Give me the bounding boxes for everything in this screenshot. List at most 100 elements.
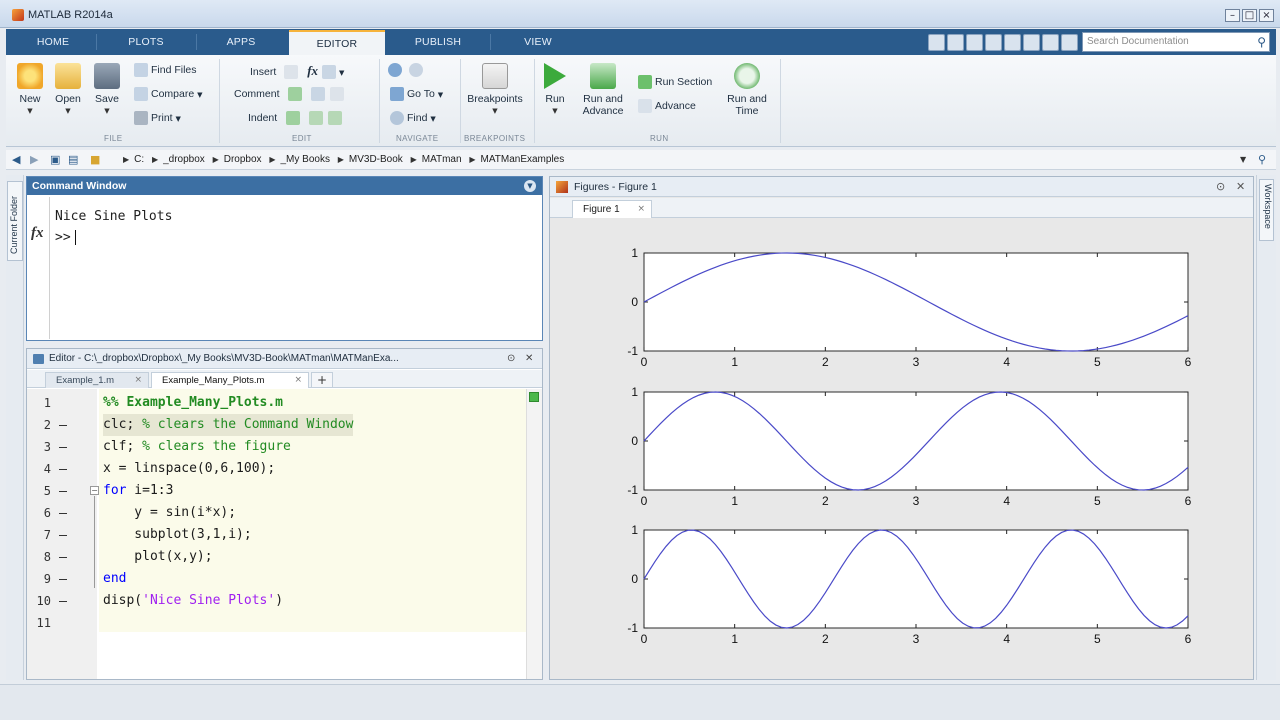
uncomment-icon[interactable]	[311, 87, 326, 101]
breadcrumb-item[interactable]: _dropbox	[163, 154, 205, 165]
search-folder-icon[interactable]: ⚲	[1258, 153, 1266, 166]
close-icon[interactable]: ✕	[1236, 180, 1245, 194]
editor-scrollbar[interactable]	[526, 389, 542, 679]
breadcrumb-item[interactable]: Dropbox	[224, 154, 262, 165]
browse-folder-icon[interactable]: ▤	[68, 153, 78, 166]
breakpoint-marker[interactable]	[59, 513, 67, 514]
breakpoint-marker[interactable]	[59, 491, 67, 492]
comment-button[interactable]: Comment	[234, 87, 347, 101]
code-analyzer-ok-icon[interactable]	[529, 392, 539, 402]
breakpoint-marker[interactable]	[59, 579, 67, 580]
quick-help-icon[interactable]	[1061, 33, 1078, 51]
chevron-down-icon[interactable]: ▼	[176, 115, 181, 123]
chevron-down-icon[interactable]: ▼	[430, 115, 435, 123]
breakpoint-marker[interactable]	[59, 557, 67, 558]
breakpoint-marker[interactable]	[59, 535, 67, 536]
panel-menu-icon[interactable]: ⊙	[1216, 180, 1225, 194]
command-window[interactable]: Command Window ▼ fx Nice Sine Plots >>	[26, 176, 543, 341]
back-icon[interactable]: ◀	[12, 153, 20, 166]
tab-editor[interactable]: EDITOR	[289, 30, 385, 55]
chevron-down-icon[interactable]: ▼	[538, 107, 572, 115]
chevron-down-icon[interactable]: ▼	[89, 107, 125, 115]
breakpoints-button[interactable]: Breakpoints ▼	[464, 63, 526, 115]
quick-undo-icon[interactable]	[1004, 33, 1021, 51]
insert-function-icon[interactable]: fx	[307, 63, 318, 78]
figure-tab[interactable]: Figure 1 ×	[572, 200, 652, 218]
code-line[interactable]: clf; % clears the figure	[103, 436, 291, 458]
quick-redo-icon[interactable]	[1023, 33, 1040, 51]
run-section-button[interactable]: Run Section	[638, 75, 712, 89]
breakpoint-marker[interactable]	[59, 601, 67, 602]
quick-copy-icon[interactable]	[966, 33, 983, 51]
forward-arrow-icon[interactable]	[409, 63, 423, 77]
run-and-advance-button[interactable]: Run and Advance	[578, 63, 628, 117]
close-tab-icon[interactable]: ×	[294, 373, 302, 388]
quick-cut-icon[interactable]	[947, 33, 964, 51]
increase-indent-icon[interactable]	[309, 111, 324, 125]
up-folder-icon[interactable]: ▣	[50, 153, 60, 166]
code-line[interactable]: subplot(3,1,i);	[103, 524, 251, 546]
save-button[interactable]: Save ▼	[89, 63, 125, 115]
navigate-arrows[interactable]	[388, 63, 426, 77]
close-tab-icon[interactable]: ×	[637, 201, 645, 218]
code-editor[interactable]: %% Example_Many_Plots.m clc; % clears the…	[99, 389, 527, 632]
code-line[interactable]: end	[103, 568, 126, 590]
code-line[interactable]: y = sin(i*x);	[103, 502, 236, 524]
insert-button[interactable]: Insert fx ▼	[250, 63, 344, 80]
panel-menu-icon[interactable]: ▼	[524, 180, 536, 192]
code-line[interactable]: plot(x,y);	[103, 546, 212, 568]
chevron-down-icon[interactable]: ▼	[197, 91, 202, 99]
indent-button[interactable]: Indent	[248, 111, 345, 125]
breadcrumb-item[interactable]: _My Books	[280, 154, 329, 165]
chevron-down-icon[interactable]: ▼	[438, 91, 443, 99]
find-files-button[interactable]: Find Files	[134, 63, 197, 77]
chevron-down-icon[interactable]: ▼	[339, 69, 344, 77]
figure-canvas[interactable]: 0 1 2 3 4 5 6-1010 1 2 3 4 5 6-1010 1 2 3 4 5 6-101	[550, 219, 1253, 679]
breadcrumb-item[interactable]: MATManExamples	[481, 154, 565, 165]
breadcrumb-item[interactable]: MATman	[422, 154, 462, 165]
run-and-time-button[interactable]: Run and Time	[722, 63, 772, 117]
run-button[interactable]: Run ▼	[538, 63, 572, 115]
breakpoint-marker[interactable]	[59, 469, 67, 470]
close-window-button[interactable]: ×	[1259, 9, 1274, 22]
fold-toggle-icon[interactable]: −	[90, 486, 99, 495]
quick-switch-window-icon[interactable]	[1042, 33, 1059, 51]
compare-button[interactable]: Compare ▼	[134, 87, 203, 101]
chevron-down-icon[interactable]: ▼	[12, 107, 48, 115]
new-button[interactable]: New ▼	[12, 63, 48, 115]
tab-view[interactable]: VIEW	[496, 29, 580, 55]
code-line[interactable]: for i=1:3	[103, 480, 173, 502]
chevron-down-icon[interactable]: ▼	[464, 107, 526, 115]
insert-section-icon[interactable]	[322, 65, 337, 80]
open-button[interactable]: Open ▼	[50, 63, 86, 115]
code-line[interactable]: %% Example_Many_Plots.m	[103, 392, 283, 414]
search-icon[interactable]: ⚲	[1257, 35, 1266, 49]
quick-save-icon[interactable]	[928, 33, 945, 51]
wrap-comments-icon[interactable]	[330, 87, 345, 101]
breakpoint-marker[interactable]	[59, 447, 67, 448]
breadcrumb-item[interactable]: C:	[134, 154, 144, 165]
close-icon[interactable]: ✕	[525, 353, 533, 365]
go-to-button[interactable]: Go To ▼	[390, 87, 443, 101]
command-output[interactable]: Nice Sine Plots >>	[55, 206, 172, 248]
code-line[interactable]: clc; % clears the Command Window	[103, 414, 354, 436]
tab-publish[interactable]: PUBLISH	[394, 29, 482, 55]
add-tab-button[interactable]: +	[311, 372, 333, 388]
code-line[interactable]: disp('Nice Sine Plots')	[103, 590, 283, 612]
tab-apps[interactable]: APPS	[202, 29, 280, 55]
find-button[interactable]: Find ▼	[390, 111, 436, 125]
chevron-down-icon[interactable]: ▼	[50, 107, 86, 115]
tab-plots[interactable]: PLOTS	[106, 29, 186, 55]
maximize-button[interactable]: □	[1242, 9, 1257, 22]
panel-menu-icon[interactable]: ⊙	[507, 353, 515, 365]
print-button[interactable]: Print ▼	[134, 111, 181, 125]
function-browser-icon[interactable]: fx	[31, 225, 44, 242]
breakpoint-marker[interactable]	[59, 425, 67, 426]
code-line[interactable]: x = linspace(0,6,100);	[103, 458, 275, 480]
quick-paste-icon[interactable]	[985, 33, 1002, 51]
tab-home[interactable]: HOME	[18, 29, 88, 55]
minimize-button[interactable]: –	[1225, 9, 1240, 22]
chevron-down-icon[interactable]: ▼	[1240, 155, 1246, 164]
search-documentation-input[interactable]: Search Documentation ⚲	[1082, 32, 1270, 52]
decrease-indent-icon[interactable]	[328, 111, 343, 125]
